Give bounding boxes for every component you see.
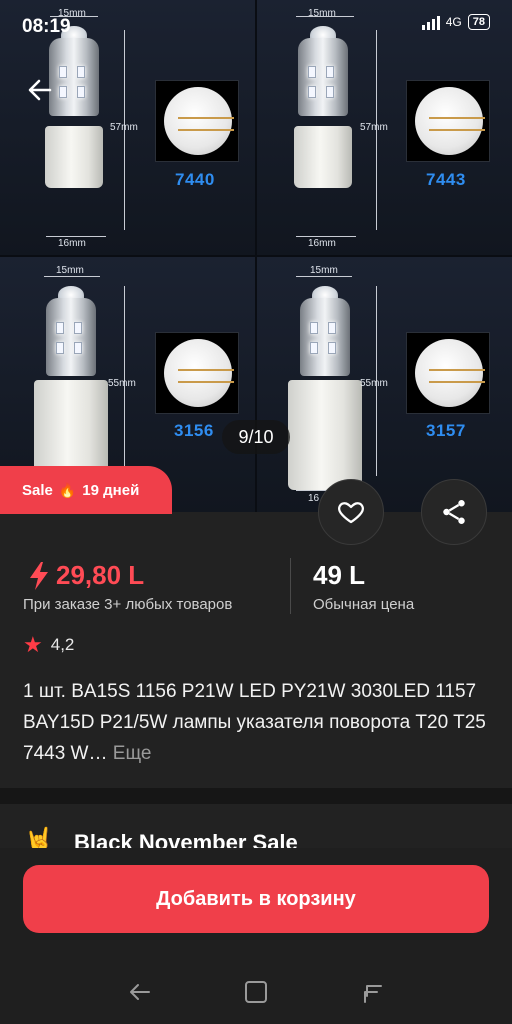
nav-back-button[interactable] xyxy=(119,972,159,1012)
dimension-line xyxy=(296,236,356,237)
dimension-line xyxy=(44,276,100,277)
gallery-quadrant-4: 15mm 55mm 16 3157 xyxy=(256,256,512,512)
nav-back-icon xyxy=(129,984,150,1000)
dimension-line xyxy=(46,236,106,237)
status-icons: 4G 78 xyxy=(421,14,490,30)
add-to-cart-button[interactable]: Добавить в корзину xyxy=(23,865,489,933)
width-dimension-label: 15mm xyxy=(310,265,338,276)
regular-price: 49 L xyxy=(313,560,366,590)
socket-inset xyxy=(155,80,239,162)
nav-home-icon xyxy=(244,981,267,1003)
model-label: 7440 xyxy=(175,170,215,189)
lightning-icon xyxy=(30,561,48,590)
product-title[interactable]: 1 шт. BA15S 1156 P21W LED PY21W 3030LED … xyxy=(23,676,489,769)
regular-price-note: Обычная цена xyxy=(313,596,415,613)
width-dimension-label: 15mm xyxy=(56,265,84,276)
heart-icon xyxy=(338,502,364,524)
arrow-left-icon xyxy=(28,79,52,101)
promo-price: 29,80 L xyxy=(28,560,144,591)
status-bar: 08:19 4G 78 xyxy=(0,0,512,50)
height-dimension-label: 57mm xyxy=(360,122,388,133)
signal-icon xyxy=(421,14,440,30)
dimension-line xyxy=(296,276,352,277)
flame-icon: 🔥 xyxy=(58,481,77,498)
network-type: 4G xyxy=(445,15,462,29)
promo-banner[interactable]: 🤘 Black November Sale xyxy=(0,804,512,854)
battery-icon: 78 xyxy=(467,14,490,30)
sale-label: Sale xyxy=(22,481,53,499)
status-time: 08:19 xyxy=(22,16,71,37)
model-label: 3157 xyxy=(426,421,466,440)
system-navigation-bar xyxy=(0,960,512,1024)
price-row: 29,80 L При заказе 3+ любых товаров 49 L… xyxy=(0,556,512,616)
base-dimension-label: 16mm xyxy=(308,238,336,249)
height-dimension-label: 55mm xyxy=(108,378,136,389)
back-button[interactable] xyxy=(22,72,58,108)
base-dimension-label: 16mm xyxy=(58,238,86,249)
nav-recents-button[interactable] xyxy=(353,972,393,1012)
model-label: 7443 xyxy=(426,170,466,189)
image-counter: 9/10 xyxy=(222,420,290,454)
nav-home-button[interactable] xyxy=(236,972,276,1012)
socket-inset xyxy=(155,332,239,414)
promo-price-note: При заказе 3+ любых товаров xyxy=(23,596,233,613)
height-dimension-label: 55mm xyxy=(360,378,388,389)
like-button[interactable] xyxy=(318,479,384,545)
height-dimension-label: 57mm xyxy=(110,122,138,133)
battery-level: 78 xyxy=(472,16,485,28)
socket-inset xyxy=(406,80,490,162)
product-rating[interactable]: ★ 4,2 xyxy=(23,634,74,656)
nav-recents-icon xyxy=(364,985,383,1003)
section-separator xyxy=(0,788,512,804)
price-divider xyxy=(290,558,291,614)
sale-badge: Sale 🔥 19 дней xyxy=(0,466,172,514)
socket-inset xyxy=(406,332,490,414)
share-button[interactable] xyxy=(421,479,487,545)
sale-days: 19 дней xyxy=(82,481,140,499)
promo-price-value: 29,80 L xyxy=(56,560,145,590)
more-link[interactable]: Еще xyxy=(113,743,152,764)
share-icon xyxy=(443,500,465,524)
rating-value: 4,2 xyxy=(50,635,75,654)
star-icon: ★ xyxy=(23,632,43,657)
model-label: 3156 xyxy=(174,421,214,440)
base-dimension-label: 16 xyxy=(308,493,320,504)
product-screen: 15mm 57mm 16mm 7440 15mm 57mm 16mm 7443 … xyxy=(0,0,512,1024)
product-title-text: 1 шт. BA15S 1156 P21W LED PY21W 3030LED … xyxy=(23,681,486,764)
